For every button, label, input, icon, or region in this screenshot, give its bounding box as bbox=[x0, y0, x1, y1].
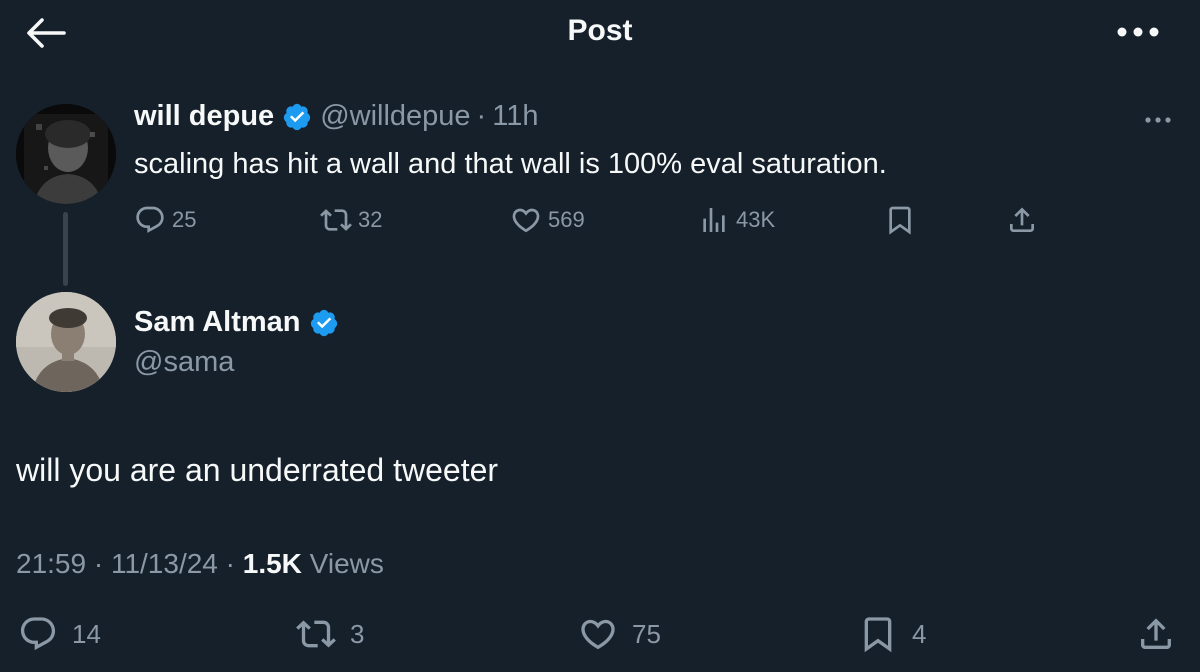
repost-button[interactable]: 3 bbox=[296, 614, 364, 654]
separator: · bbox=[476, 100, 487, 132]
display-name[interactable]: will depue bbox=[134, 100, 274, 133]
bookmark-icon bbox=[864, 617, 892, 653]
reply-count: 14 bbox=[72, 618, 101, 649]
reply-count: 25 bbox=[172, 207, 197, 232]
repost-icon bbox=[320, 209, 352, 231]
like-button[interactable]: 569 bbox=[510, 204, 585, 236]
timestamp[interactable]: 11h bbox=[492, 100, 538, 133]
like-button[interactable]: 75 bbox=[578, 614, 661, 654]
tweet-text: scaling has hit a wall and that wall is … bbox=[134, 148, 887, 180]
reply-button[interactable]: 25 bbox=[134, 204, 196, 236]
more-options-button[interactable] bbox=[1114, 14, 1162, 50]
tweet-meta: 21:59 · 11/13/24 · 1.5K Views bbox=[16, 548, 384, 580]
bookmark-button[interactable]: 4 bbox=[858, 614, 926, 654]
views-count: 43K bbox=[736, 207, 776, 232]
reply-tweet-header: Sam Altman bbox=[134, 306, 339, 339]
like-count: 569 bbox=[548, 207, 585, 232]
bookmark-icon bbox=[889, 206, 911, 235]
like-icon bbox=[512, 208, 540, 233]
tweet-more-button[interactable] bbox=[1140, 106, 1176, 134]
share-icon bbox=[1010, 207, 1034, 232]
views-label: Views bbox=[301, 548, 384, 579]
avatar[interactable] bbox=[16, 292, 116, 392]
handle[interactable]: @willdepue bbox=[320, 100, 470, 133]
page-title: Post bbox=[567, 14, 633, 47]
views-button[interactable]: 43K bbox=[698, 204, 775, 236]
like-icon bbox=[581, 619, 615, 650]
handle[interactable]: @sama bbox=[134, 346, 234, 379]
like-count: 75 bbox=[632, 618, 661, 649]
reply-icon bbox=[20, 617, 56, 651]
share-button[interactable] bbox=[1006, 204, 1038, 236]
repost-icon bbox=[296, 620, 336, 648]
avatar[interactable] bbox=[16, 104, 116, 204]
more-icon bbox=[1117, 27, 1159, 37]
verified-badge-icon bbox=[310, 309, 337, 336]
repost-button[interactable]: 32 bbox=[320, 204, 382, 236]
repost-count: 3 bbox=[350, 618, 365, 649]
parent-tweet-header: will depue @willdepue · 11h bbox=[134, 100, 538, 133]
verified-badge-icon bbox=[284, 103, 311, 130]
share-icon bbox=[1141, 618, 1171, 649]
reply-button[interactable]: 14 bbox=[18, 614, 101, 654]
timestamp[interactable]: 21:59 · 11/13/24 · bbox=[16, 548, 243, 579]
bookmark-button[interactable] bbox=[884, 204, 916, 236]
views-icon bbox=[703, 208, 725, 232]
share-button[interactable] bbox=[1136, 614, 1176, 654]
thread-connector bbox=[63, 212, 68, 286]
more-icon bbox=[1145, 117, 1171, 123]
display-name[interactable]: Sam Altman bbox=[134, 306, 301, 339]
bookmark-count: 4 bbox=[912, 618, 927, 649]
reply-icon bbox=[136, 206, 164, 233]
tweet-text: will you are an underrated tweeter bbox=[16, 452, 499, 488]
repost-count: 32 bbox=[358, 207, 383, 232]
views-count: 1.5K bbox=[242, 548, 302, 579]
